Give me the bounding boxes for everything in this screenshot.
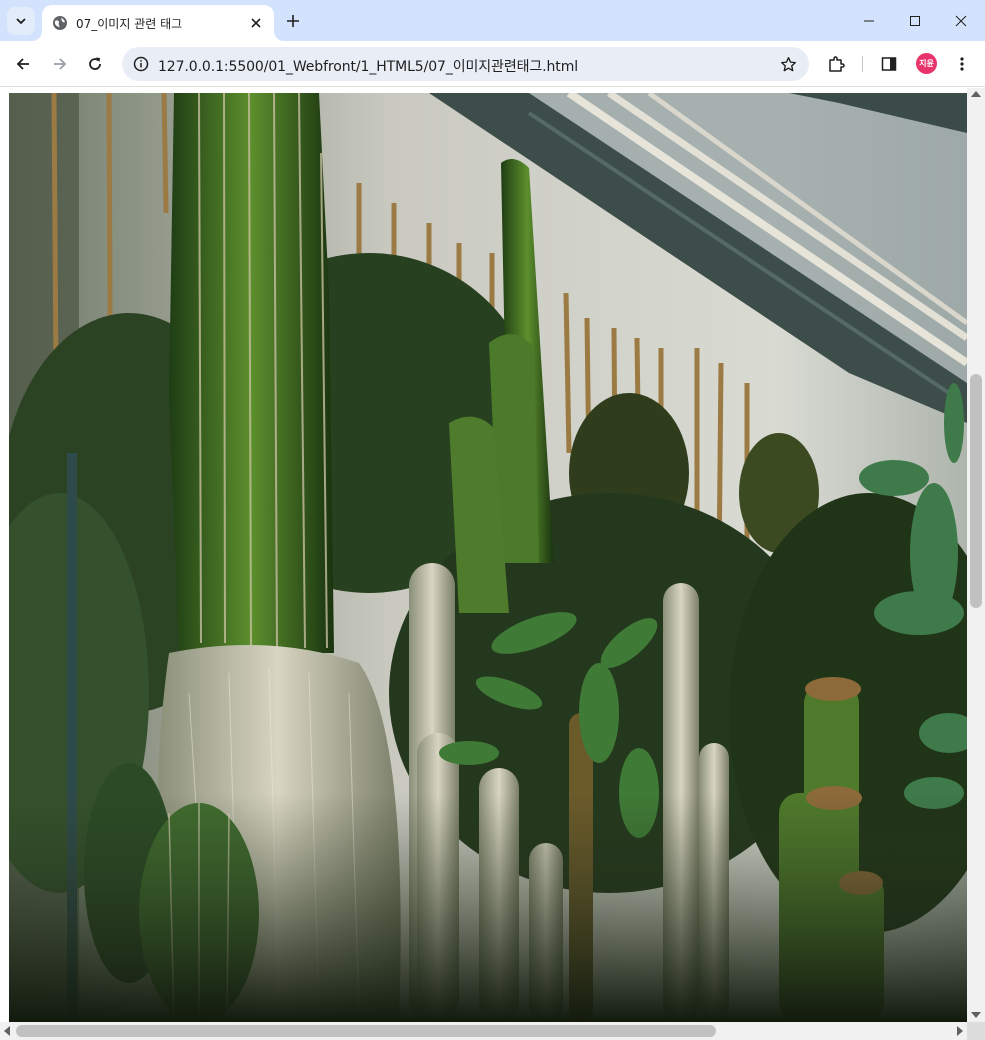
browser-toolbar: 127.0.0.1:5500/01_Webfront/1_HTML5/07_이미… [0, 41, 985, 87]
globe-icon [53, 16, 67, 30]
menu-button[interactable] [948, 50, 976, 78]
site-info-button[interactable] [128, 51, 154, 77]
extensions-button[interactable] [822, 50, 850, 78]
bookmark-button[interactable] [775, 51, 801, 77]
reload-icon [89, 57, 101, 70]
address-bar[interactable]: 127.0.0.1:5500/01_Webfront/1_HTML5/07_이미… [122, 47, 809, 81]
reload-button[interactable] [81, 50, 109, 78]
page-viewport [0, 88, 985, 1040]
horizontal-scroll-thumb[interactable] [16, 1025, 716, 1037]
arrow-right-icon [54, 58, 67, 70]
profile-avatar[interactable]: 지윤 [916, 53, 937, 74]
close-icon [251, 18, 261, 28]
star-icon [780, 56, 796, 71]
plus-icon [287, 15, 299, 27]
tab-title: 07_이미지 관련 태그 [76, 16, 183, 31]
maximize-icon [910, 15, 920, 26]
vertical-scroll-thumb[interactable] [970, 374, 982, 608]
side-panel-icon [881, 57, 897, 71]
active-tab[interactable]: 07_이미지 관련 태그 [42, 5, 274, 41]
tab-strip: 07_이미지 관련 태그 [0, 0, 985, 41]
cactus-greenhouse-image [9, 93, 967, 1022]
scroll-right-arrow-icon[interactable] [957, 1026, 963, 1036]
scrollbar-corner [967, 1022, 985, 1040]
info-icon [133, 56, 149, 72]
scroll-up-arrow-icon[interactable] [971, 91, 981, 97]
more-vert-icon [960, 57, 964, 71]
arrow-left-icon [16, 58, 29, 70]
scroll-down-arrow-icon[interactable] [971, 1012, 981, 1018]
close-window-icon [955, 15, 967, 26]
chevron-down-icon [16, 18, 26, 25]
minimize-button[interactable] [846, 0, 892, 41]
horizontal-scrollbar[interactable] [0, 1022, 967, 1040]
scroll-left-arrow-icon[interactable] [4, 1026, 10, 1036]
side-panel-button[interactable] [875, 50, 903, 78]
back-button[interactable] [9, 50, 37, 78]
puzzle-icon [829, 56, 845, 72]
maximize-button[interactable] [892, 0, 938, 41]
tab-search-button[interactable] [7, 7, 35, 35]
toolbar-divider [862, 56, 863, 72]
forward-button[interactable] [46, 50, 74, 78]
url-text: 127.0.0.1:5500/01_Webfront/1_HTML5/07_이미… [158, 59, 579, 75]
new-tab-button[interactable] [281, 9, 305, 33]
tab-close-button[interactable] [247, 14, 265, 32]
close-window-button[interactable] [938, 0, 984, 41]
vertical-scrollbar[interactable] [967, 88, 985, 1022]
minimize-icon [864, 20, 874, 21]
